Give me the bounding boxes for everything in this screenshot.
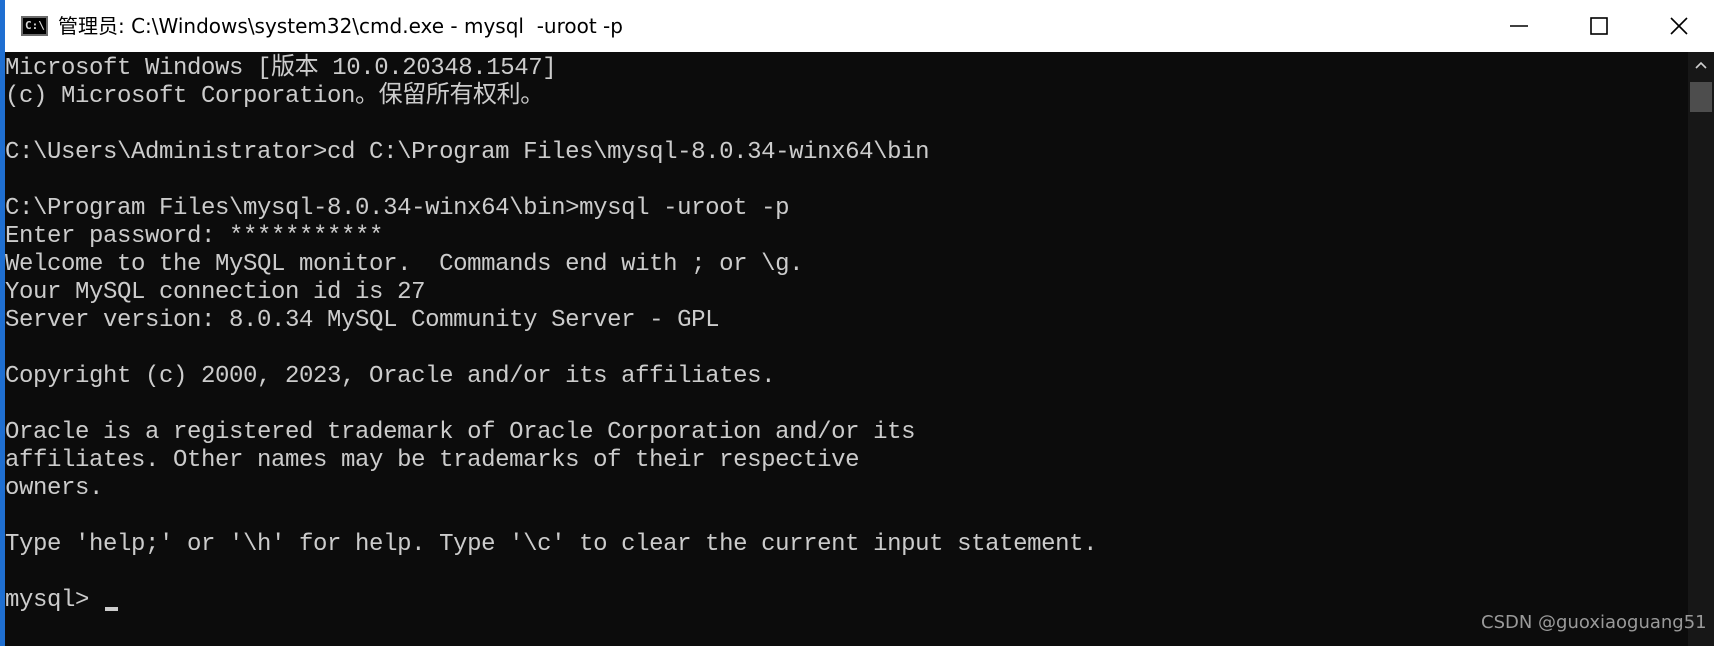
watermark: CSDN @guoxiaoguang51 (1481, 612, 1707, 633)
cmd-icon: C:\ (21, 16, 48, 36)
maximize-icon (1590, 17, 1608, 35)
minimize-button[interactable] (1479, 0, 1559, 52)
console-line: Your MySQL connection id is 27 (5, 279, 426, 306)
console-line: C:\Program Files\mysql-8.0.34-winx64\bin… (5, 195, 790, 222)
console-line: C:\Users\Administrator>cd C:\Program Fil… (5, 139, 930, 166)
console-line: Type 'help;' or '\h' for help. Type '\c'… (5, 531, 1098, 558)
window-title: 管理员: C:\Windows\system32\cmd.exe - mysql… (58, 14, 623, 38)
console-output[interactable]: Microsoft Windows [版本 10.0.20348.1547] (… (5, 52, 1688, 646)
chevron-up-icon (1695, 61, 1707, 69)
vertical-scrollbar[interactable] (1688, 52, 1714, 646)
console-lines: Microsoft Windows [版本 10.0.20348.1547] (… (5, 55, 1098, 615)
console-line: Oracle is a registered trademark of Orac… (5, 419, 916, 446)
minimize-icon (1510, 25, 1528, 27)
console-line: affiliates. Other names may be trademark… (5, 447, 860, 474)
close-button[interactable] (1639, 0, 1714, 52)
console-line: (c) Microsoft Corporation。保留所有权利。 (5, 83, 544, 110)
cmd-icon-label: C:\ (25, 19, 45, 32)
console-line: Server version: 8.0.34 MySQL Community S… (5, 307, 720, 334)
prompt-line[interactable]: mysql> (5, 587, 1097, 615)
title-bar[interactable]: C:\ 管理员: C:\Windows\system32\cmd.exe - m… (5, 0, 1714, 52)
mysql-prompt: mysql> (5, 587, 104, 614)
maximize-button[interactable] (1559, 0, 1639, 52)
scrollbar-thumb[interactable] (1690, 82, 1712, 112)
close-icon (1670, 17, 1688, 35)
scroll-up-button[interactable] (1688, 52, 1714, 78)
console-line: Enter password: *********** (5, 223, 384, 250)
console-line: Welcome to the MySQL monitor. Commands e… (5, 251, 804, 278)
console-line: Copyright (c) 2000, 2023, Oracle and/or … (5, 363, 776, 390)
console-line: Microsoft Windows [版本 10.0.20348.1547] (5, 55, 557, 82)
console-line: owners. (5, 475, 104, 502)
text-cursor (105, 607, 119, 611)
